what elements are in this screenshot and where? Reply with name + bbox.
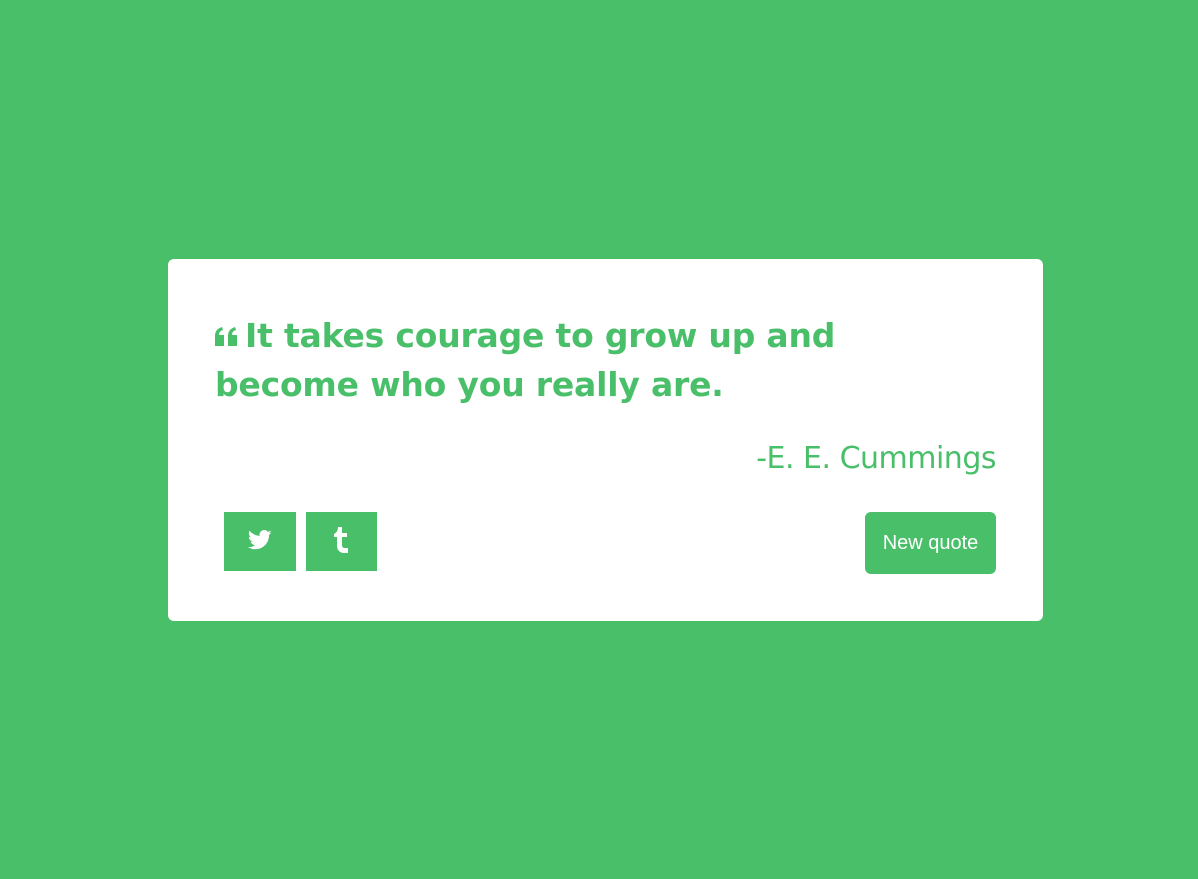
quote-text: It takes courage to grow up and become w… xyxy=(215,316,836,404)
quote-text-container: It takes courage to grow up and become w… xyxy=(215,311,975,409)
new-quote-button[interactable]: New quote xyxy=(865,512,996,574)
twitter-icon xyxy=(247,529,272,554)
quote-author: -E. E. Cummings xyxy=(756,441,996,476)
quote-box: It takes courage to grow up and become w… xyxy=(168,259,1043,621)
tumblr-icon xyxy=(333,526,350,557)
tumblr-quote-button[interactable] xyxy=(306,512,377,571)
tweet-quote-button[interactable] xyxy=(224,512,296,571)
quote-left-icon xyxy=(215,326,239,348)
